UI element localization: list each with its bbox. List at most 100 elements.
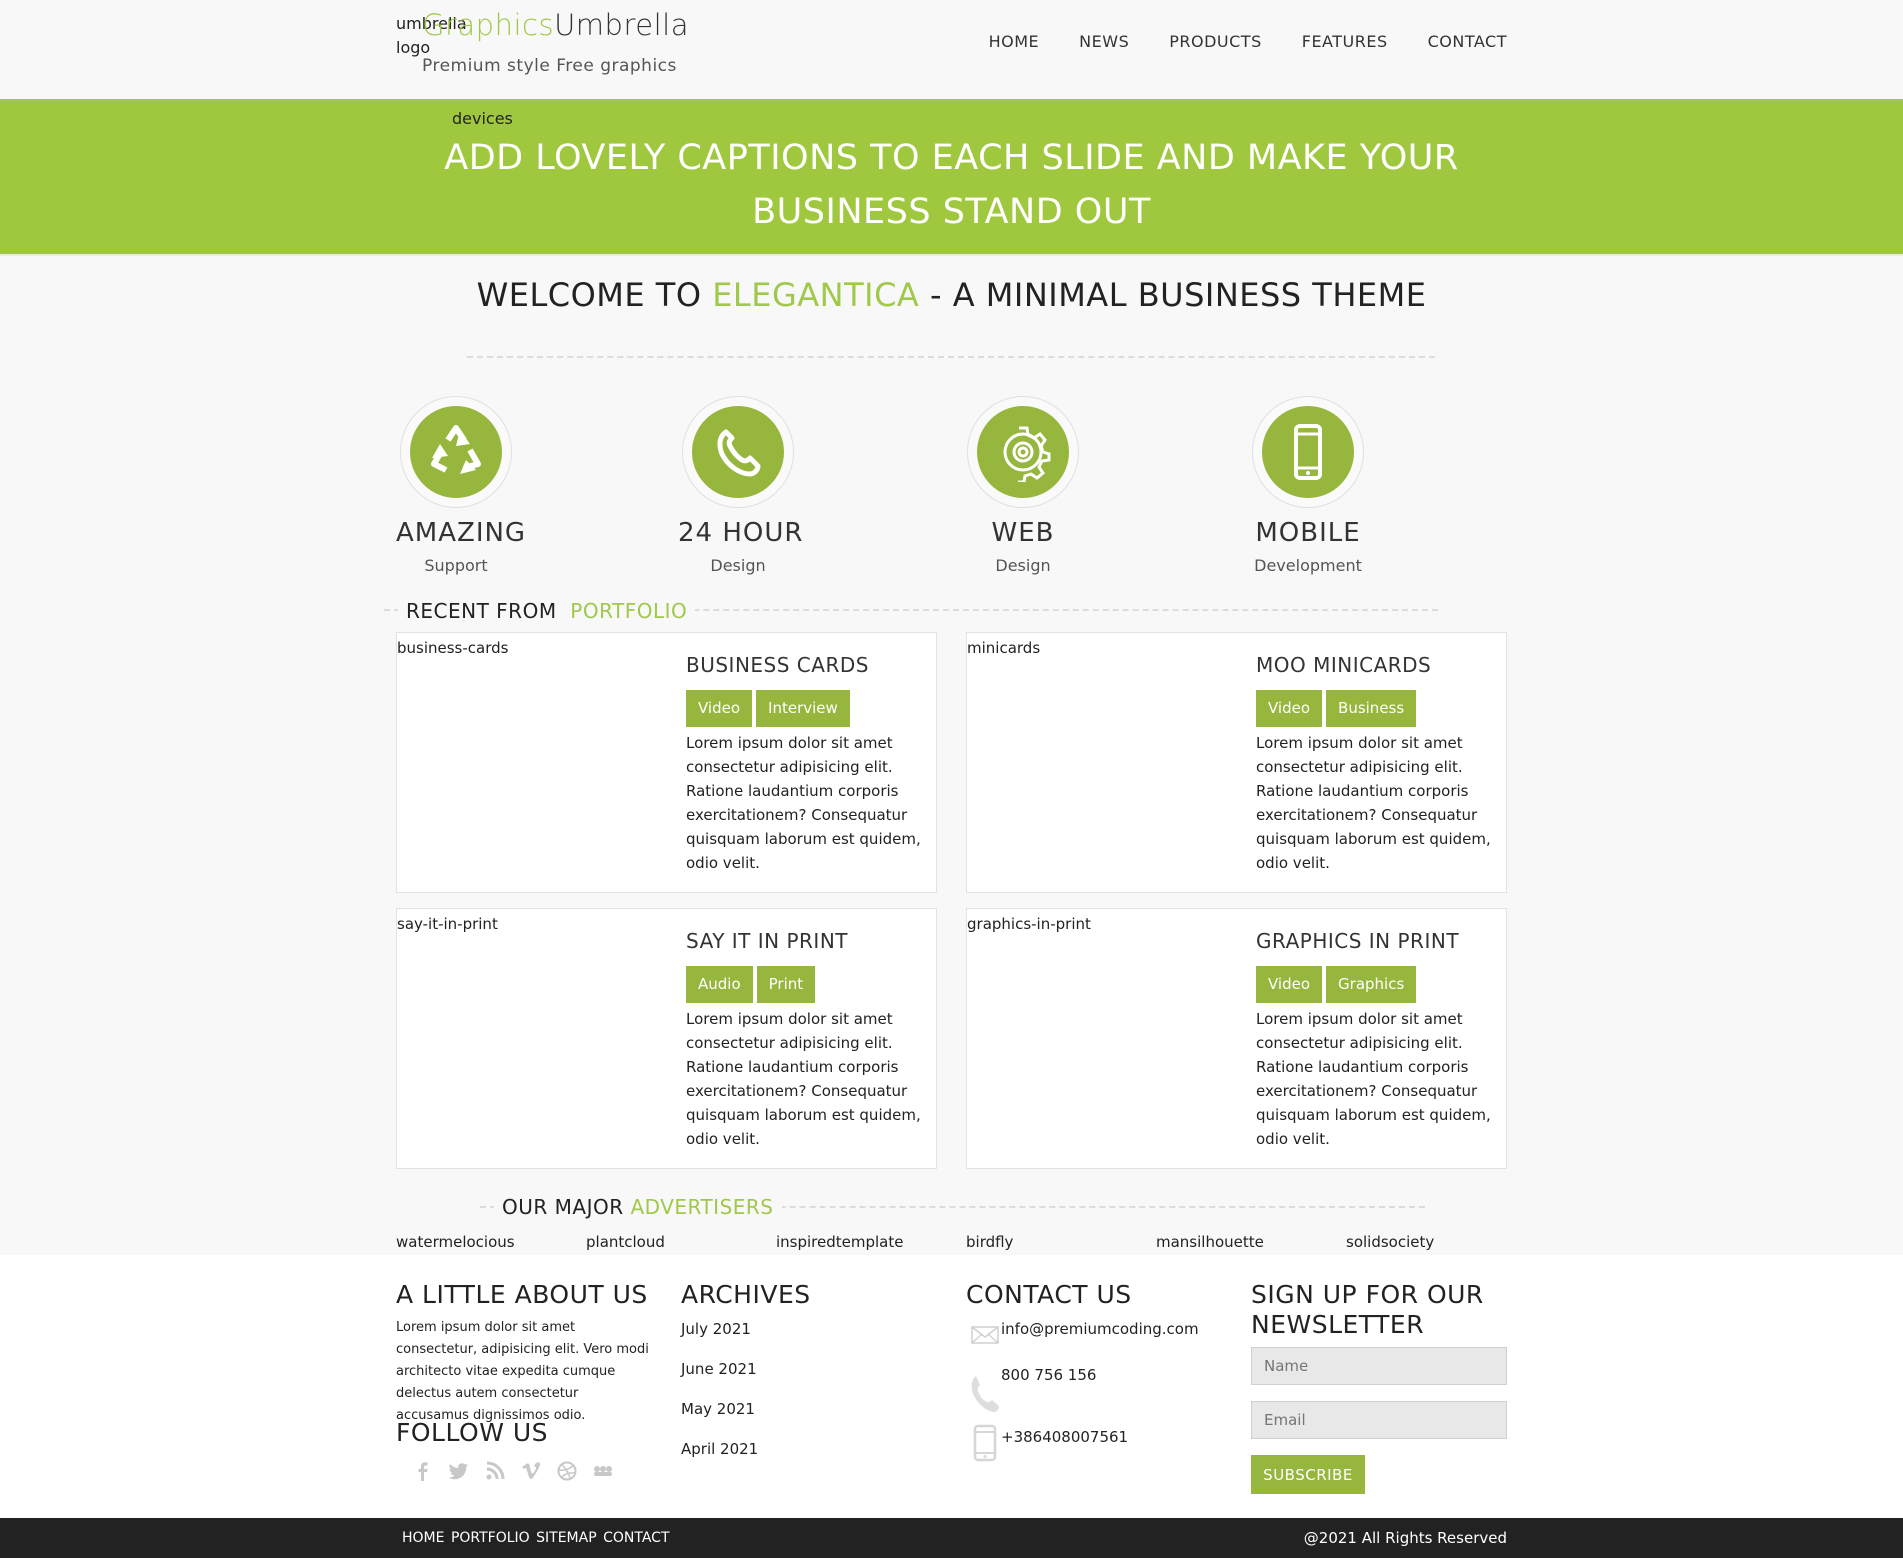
archive-link[interactable]: June 2021	[681, 1360, 757, 1378]
social-links	[412, 1460, 614, 1482]
advertiser-logo-alt[interactable]: mansilhouette	[1156, 1233, 1264, 1251]
portfolio-card-title[interactable]: GRAPHICS IN PRINT	[1256, 929, 1459, 953]
newsletter-heading-line2: NEWSLETTER	[1251, 1310, 1425, 1339]
subscribe-button[interactable]: SUBSCRIBE	[1251, 1455, 1365, 1494]
archive-link[interactable]: April 2021	[681, 1440, 758, 1458]
advertiser-logo-alt[interactable]: birdfly	[966, 1233, 1013, 1251]
vimeo-icon[interactable]	[520, 1460, 542, 1482]
advertisers-title-prefix: OUR MAJOR	[502, 1195, 624, 1219]
feature-subtitle: Design	[710, 556, 766, 575]
welcome-heading: WELCOME TO ELEGANTICA - A MINIMAL BUSINE…	[0, 276, 1903, 314]
welcome-highlight: ELEGANTICA	[712, 276, 920, 314]
bottom-bar: HOME PORTFOLIO SITEMAP CONTACT @2021 All…	[0, 1518, 1903, 1558]
tag-audio[interactable]: Audio	[686, 966, 753, 1003]
banner-image-alt: devices	[452, 109, 513, 128]
tag-graphics[interactable]: Graphics	[1326, 966, 1417, 1003]
portfolio-card-graphics-in-print[interactable]: graphics-in-print GRAPHICS IN PRINT Vide…	[966, 908, 1507, 1169]
nav-contact[interactable]: CONTACT	[1428, 32, 1507, 51]
banner-caption: ADD LOVELY CAPTIONS TO EACH SLIDE AND MA…	[0, 131, 1903, 239]
newsletter-name-input[interactable]	[1251, 1347, 1507, 1385]
tag-print[interactable]: Print	[756, 966, 816, 1003]
portfolio-card-title[interactable]: MOO MINICARDS	[1256, 653, 1431, 677]
advertiser-logo-alt[interactable]: solidsociety	[1346, 1233, 1434, 1251]
gear-icon	[977, 406, 1069, 498]
nav-features[interactable]: FEATURES	[1302, 32, 1388, 51]
follow-heading: FOLLOW US	[396, 1418, 549, 1447]
mobile-icon	[972, 1424, 998, 1466]
portfolio-tags: Video Business	[1256, 690, 1417, 727]
mobile-icon	[1262, 406, 1354, 498]
advertisers-section-title: OUR MAJOR ADVERTISERS	[494, 1195, 782, 1219]
portfolio-card-say-it-in-print[interactable]: say-it-in-print SAY IT IN PRINT Audio Pr…	[396, 908, 937, 1169]
contact-heading: CONTACT US	[966, 1280, 1132, 1309]
newsletter-heading-line1: SIGN UP FOR OUR	[1251, 1280, 1484, 1309]
banner-caption-line1: ADD LOVELY CAPTIONS TO EACH SLIDE AND MA…	[444, 138, 1459, 178]
flickr-icon[interactable]	[592, 1460, 614, 1482]
contact-mobile[interactable]: +386408007561	[1001, 1428, 1128, 1446]
feature-icon-ring	[400, 396, 512, 508]
feature-mobile-development: MOBILE Development	[1248, 396, 1368, 575]
portfolio-tags: Video Interview	[686, 690, 850, 727]
archive-link[interactable]: July 2021	[681, 1320, 751, 1338]
phone-icon	[968, 1374, 1000, 1418]
tag-video[interactable]: Video	[1256, 966, 1323, 1003]
portfolio-image-alt[interactable]: minicards	[967, 639, 1040, 657]
portfolio-tags: Video Graphics	[1256, 966, 1417, 1003]
contact-email[interactable]: info@premiumcoding.com	[1001, 1320, 1199, 1338]
welcome-prefix: WELCOME TO	[476, 276, 713, 314]
portfolio-card-business-cards[interactable]: business-cards BUSINESS CARDS Video Inte…	[396, 632, 937, 893]
facebook-icon[interactable]	[412, 1460, 434, 1482]
portfolio-title-prefix: RECENT FROM	[406, 599, 557, 623]
advertiser-logo-alt[interactable]: inspiredtemplate	[776, 1233, 903, 1251]
welcome-divider	[467, 356, 1435, 358]
banner-caption-line2: BUSINESS STAND OUT	[752, 192, 1151, 232]
phone-icon	[692, 406, 784, 498]
dribbble-icon[interactable]	[556, 1460, 578, 1482]
portfolio-image-alt[interactable]: say-it-in-print	[397, 915, 498, 933]
advertiser-logo-alt[interactable]: watermelocious	[396, 1233, 515, 1251]
portfolio-card-text: Lorem ipsum dolor sit amet consectetur a…	[1256, 734, 1491, 872]
tag-interview[interactable]: Interview	[756, 690, 850, 727]
bottom-link-portfolio[interactable]: PORTFOLIO	[451, 1530, 530, 1546]
newsletter-email-input[interactable]	[1251, 1401, 1507, 1439]
portfolio-card-title[interactable]: SAY IT IN PRINT	[686, 929, 848, 953]
feature-icon-ring	[1252, 396, 1364, 508]
feature-subtitle: Design	[995, 556, 1051, 575]
footer	[0, 1255, 1903, 1518]
bottom-link-sitemap[interactable]: SITEMAP	[536, 1530, 597, 1546]
portfolio-card-text: Lorem ipsum dolor sit amet consectetur a…	[686, 734, 921, 872]
feature-web-design: WEB Design	[963, 396, 1083, 575]
bottom-link-contact[interactable]: CONTACT	[603, 1530, 669, 1546]
archive-link[interactable]: May 2021	[681, 1400, 755, 1418]
welcome-suffix: - A MINIMAL BUSINESS THEME	[919, 276, 1427, 314]
portfolio-image-alt[interactable]: graphics-in-print	[967, 915, 1091, 933]
tag-video[interactable]: Video	[686, 690, 753, 727]
feature-subtitle: Support	[424, 556, 488, 575]
advertiser-logo-alt[interactable]: plantcloud	[586, 1233, 665, 1251]
rss-icon[interactable]	[484, 1460, 506, 1482]
twitter-icon[interactable]	[448, 1460, 470, 1482]
portfolio-tags: Audio Print	[686, 966, 816, 1003]
portfolio-image-alt[interactable]: business-cards	[397, 639, 508, 657]
newsletter-heading: SIGN UP FOR OUR NEWSLETTER	[1251, 1280, 1484, 1340]
feature-icon-ring	[967, 396, 1079, 508]
site-logo[interactable]: GraphicsUmbrella	[422, 8, 689, 42]
copyright-text: @2021 All Rights Reserved	[1303, 1529, 1507, 1547]
bottom-link-home[interactable]: HOME	[402, 1530, 444, 1546]
nav-home[interactable]: HOME	[989, 32, 1040, 51]
feature-subtitle: Development	[1254, 556, 1362, 575]
portfolio-card-moo-minicards[interactable]: minicards MOO MINICARDS Video Business L…	[966, 632, 1507, 893]
tag-video[interactable]: Video	[1256, 690, 1323, 727]
site-header: umbrella logo GraphicsUmbrella Premium s…	[0, 0, 1903, 101]
contact-phone[interactable]: 800 756 156	[1001, 1366, 1096, 1384]
nav-products[interactable]: PRODUCTS	[1169, 32, 1262, 51]
nav-news[interactable]: NEWS	[1079, 32, 1129, 51]
portfolio-card-text: Lorem ipsum dolor sit amet consectetur a…	[686, 1010, 921, 1148]
envelope-icon	[971, 1325, 999, 1349]
feature-title: AMAZING	[396, 518, 527, 548]
tag-business[interactable]: Business	[1326, 690, 1417, 727]
portfolio-card-title[interactable]: BUSINESS CARDS	[686, 653, 869, 677]
feature-24-hour-design: 24 HOUR Design	[678, 396, 802, 575]
portfolio-section-title: RECENT FROM PORTFOLIO	[398, 599, 696, 623]
portfolio-card-text: Lorem ipsum dolor sit amet consectetur a…	[1256, 1010, 1491, 1148]
